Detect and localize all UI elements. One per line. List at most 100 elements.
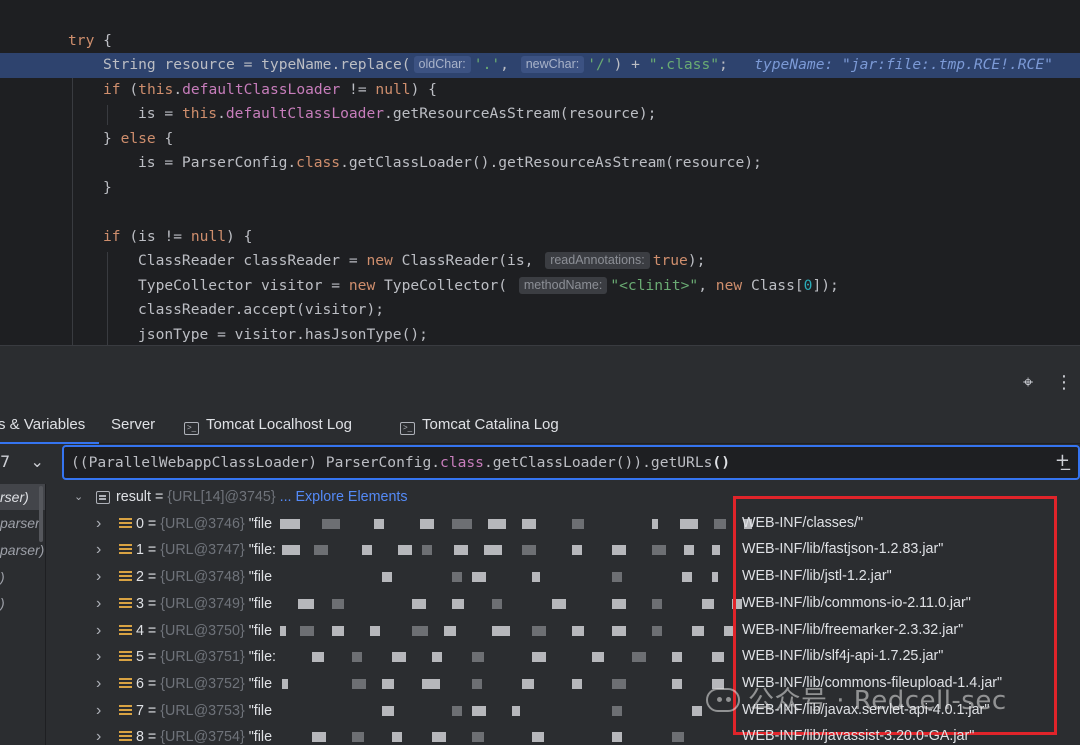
redacted-block [484,545,502,556]
redacted-block [392,732,402,743]
redacted-block [472,652,484,663]
chevron-right-icon[interactable]: › [96,591,101,618]
console-icon: >_ [400,422,415,435]
tab-server[interactable]: Server [111,406,155,444]
redacted-block [612,732,622,743]
redacted-block [362,545,372,556]
more-options-icon[interactable]: ⋮ [1055,374,1073,392]
evaluate-expression-bar: 7 ⌄ ((ParallelWebappClassLoader) ParserC… [0,444,1080,484]
redacted-block [432,652,442,663]
element-value-prefix: "file [248,622,273,639]
redacted-block [370,625,380,636]
chevron-right-icon[interactable]: › [96,564,101,591]
redacted-block [452,518,472,529]
expression-input[interactable]: ((ParallelWebappClassLoader) ParserConfi… [62,445,1080,480]
chevron-right-icon[interactable]: › [96,537,101,564]
redacted-block [522,678,534,689]
frame-item[interactable]: ) [0,590,5,616]
redacted-block [298,598,314,609]
element-ref: {URL@3746} [160,515,249,532]
code-editor[interactable]: try { String resource = typeName.replace… [0,0,1080,345]
code-line[interactable]: TypeCollector visitor = new TypeCollecto… [0,274,1080,299]
code-line[interactable]: if (this.defaultClassLoader != null) { [0,78,1080,103]
redacted-block [280,625,286,636]
field-icon [119,517,132,531]
code-line[interactable]: is = this.defaultClassLoader.getResource… [0,102,1080,127]
tree-row-url[interactable]: › 3 = {URL@3749} "file [52,591,1080,618]
redacted-block [652,545,666,556]
chevron-right-icon[interactable]: › [96,511,101,538]
tree-row-url[interactable]: › 5 = {URL@3751} "file: [52,644,1080,671]
redacted-block [382,705,394,716]
code-line[interactable]: } else { [0,127,1080,152]
redacted-block [420,518,434,529]
chevron-right-icon[interactable]: › [96,724,101,745]
redacted-block [612,545,626,556]
tab-label: Tomcat Localhost Log [206,416,352,433]
wechat-logo-icon [706,688,740,712]
tree-row-url[interactable]: › 4 = {URL@3750} "file [52,618,1080,645]
tree-row-url[interactable]: › 8 = {URL@3754} "file [52,724,1080,745]
redacted-block [454,545,468,556]
tab-frames-variables[interactable]: s & Variables [0,406,100,444]
code-line[interactable]: ClassReader classReader = new ClassReade… [0,249,1080,274]
debug-tabs: s & Variables Server >_ Tomcat Localhost … [0,406,1080,444]
frame-item[interactable]: parser, [0,510,43,536]
redacted-block [332,598,344,609]
tab-label: Tomcat Catalina Log [422,416,559,433]
explore-elements-link[interactable]: ... Explore Elements [280,489,408,505]
filter-icon[interactable]: 7 ⌄ [0,452,44,471]
code-line-current[interactable]: String resource = typeName.replace(oldCh… [0,53,1080,78]
watermark: 公众号 · Redcell-sec [706,680,1007,717]
redacted-block [422,545,432,556]
tree-row-result[interactable]: ⌄ result = {URL[14]@3745} ... Explore El… [52,484,1080,511]
frame-item[interactable]: ) [0,564,5,590]
redacted-block [322,518,340,529]
chevron-down-icon[interactable]: ⌄ [74,484,83,511]
element-value-prefix: "file [248,569,273,586]
expression-parens: () [712,454,730,471]
chevron-right-icon[interactable]: › [96,671,101,698]
code-line[interactable]: try { [0,29,1080,54]
redacted-block [280,518,300,529]
var-name: result [116,489,151,505]
redacted-block [612,572,622,583]
scrollbar[interactable] [39,486,43,542]
element-index: 0 = [136,515,161,532]
tree-row-url[interactable]: › 1 = {URL@3747} "file: [52,537,1080,564]
redacted-block [300,625,314,636]
redacted-block [572,545,582,556]
crosshair-icon[interactable]: ⌖ [1023,374,1033,392]
chevron-right-icon[interactable]: › [96,698,101,725]
redacted-block [312,732,326,743]
code-line[interactable]: is = ParserConfig.class.getClassLoader()… [0,151,1080,176]
watermark-text: 公众号 · Redcell-sec [748,686,1007,716]
tab-label: Server [111,416,156,433]
redacted-block [632,652,646,663]
code-line[interactable]: } [0,176,1080,201]
redacted-block [692,705,702,716]
field-icon [119,651,132,664]
tree-row-url[interactable]: › 2 = {URL@3748} "file [52,564,1080,591]
chevron-right-icon[interactable]: › [96,644,101,671]
frame-item[interactable]: parser) [0,537,44,563]
element-value-prefix: "file [248,675,273,692]
redacted-block [532,625,546,636]
code-line[interactable]: jsonType = visitor.hasJsonType(); [0,323,1080,345]
redacted-block [422,678,440,689]
param-hint: oldChar: [413,56,471,73]
tree-row-url[interactable]: › 0 = {URL@3746} "file [52,511,1080,538]
element-ref: {URL@3748} [160,569,249,586]
code-line[interactable]: if (is != null) { [0,225,1080,250]
element-ref: {URL@3747} [160,542,249,559]
redacted-block [352,732,364,743]
tab-tomcat-catalina-log[interactable]: >_ Tomcat Catalina Log [400,406,559,444]
code-line[interactable]: classReader.accept(visitor); [0,298,1080,323]
redacted-block [652,518,658,529]
redacted-block [492,625,510,636]
redacted-block [724,625,734,636]
tab-tomcat-localhost-log[interactable]: >_ Tomcat Localhost Log [184,406,352,444]
add-watch-icon[interactable]: +̲ [1055,450,1070,471]
redacted-block [522,545,536,556]
chevron-right-icon[interactable]: › [96,618,101,645]
